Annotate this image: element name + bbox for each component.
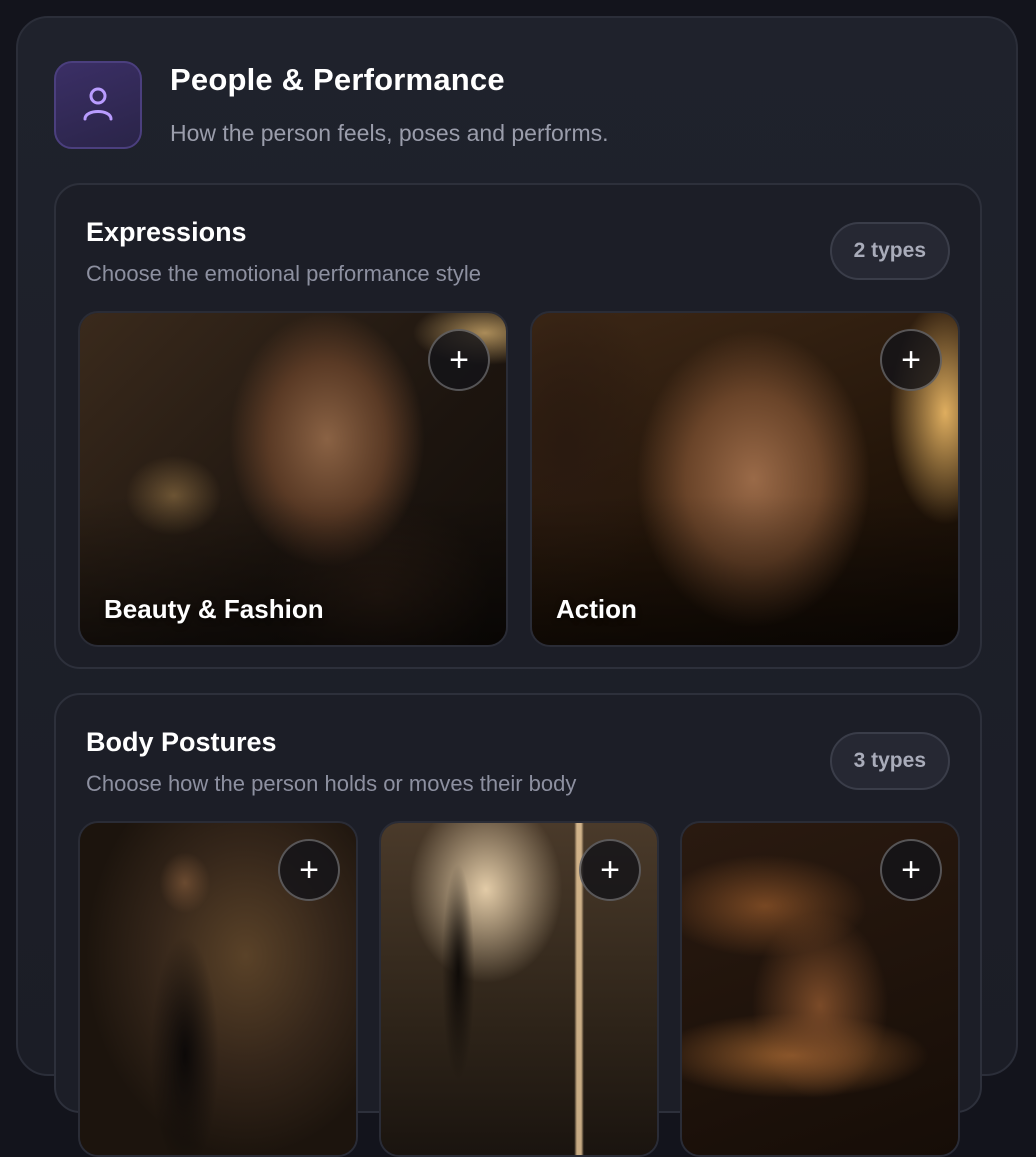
add-button[interactable]: + — [428, 329, 490, 391]
section-title: Expressions — [86, 217, 247, 247]
section-subtitle: Choose how the person holds or moves the… — [86, 771, 577, 796]
page-subtitle: How the person feels, poses and performs… — [170, 120, 609, 146]
plus-icon: + — [299, 851, 319, 889]
card-label: Action — [556, 594, 637, 624]
add-button[interactable]: + — [579, 839, 641, 901]
person-icon — [83, 87, 113, 121]
plus-icon: + — [901, 341, 921, 379]
page-title: People & Performance — [170, 62, 505, 97]
card-label: Beauty & Fashion — [104, 594, 324, 624]
posture-card-standing[interactable]: + — [78, 821, 358, 1157]
plus-icon: + — [901, 851, 921, 889]
type-count-badge: 3 types — [829, 732, 950, 790]
posture-card-running[interactable]: + — [680, 821, 960, 1157]
category-icon-tile — [54, 61, 142, 149]
type-count-badge: 2 types — [829, 222, 950, 280]
section-title: Body Postures — [86, 727, 277, 757]
section-subtitle: Choose the emotional performance style — [86, 261, 481, 286]
add-button[interactable]: + — [880, 839, 942, 901]
body-postures-section: Body Postures Choose how the person hold… — [54, 693, 982, 1157]
expressions-section: Expressions Choose the emotional perform… — [54, 183, 982, 669]
plus-icon: + — [600, 851, 620, 889]
add-button[interactable]: + — [880, 329, 942, 391]
posture-card-yoga[interactable]: + — [379, 821, 659, 1157]
expression-card-beauty-fashion[interactable]: + Beauty & Fashion — [78, 311, 508, 647]
plus-icon: + — [449, 341, 469, 379]
add-button[interactable]: + — [278, 839, 340, 901]
expression-card-action[interactable]: + Action — [530, 311, 960, 647]
